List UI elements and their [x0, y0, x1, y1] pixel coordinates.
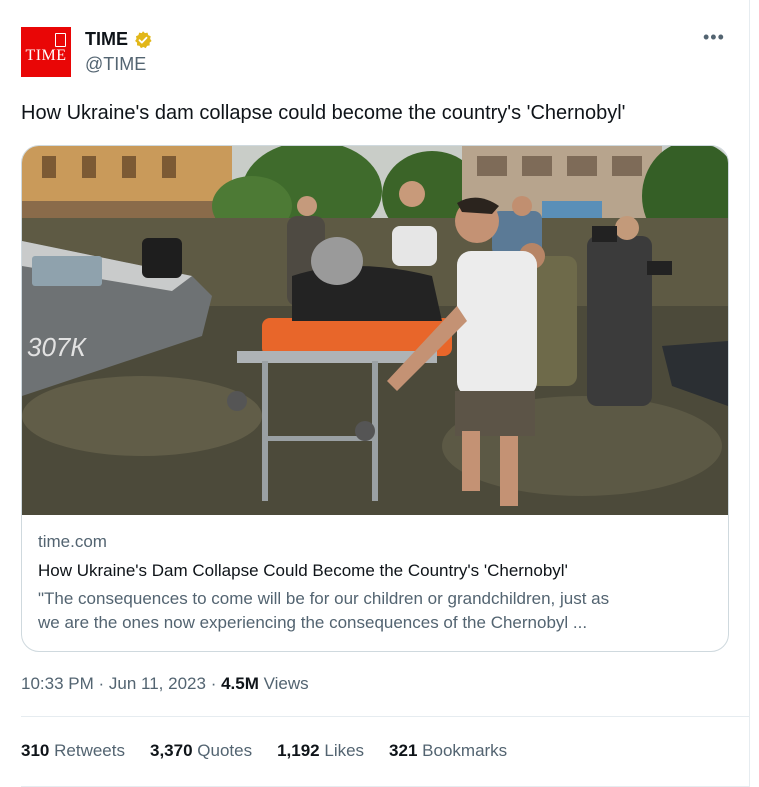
card-photo: 307К — [22, 146, 728, 515]
bookmarks-count: 321 — [389, 741, 418, 760]
divider — [21, 716, 749, 717]
tweet-text: How Ukraine's dam collapse could become … — [21, 102, 626, 124]
account-name-row[interactable]: TIME — [85, 29, 153, 50]
account-handle[interactable]: @TIME — [85, 54, 146, 75]
link-card[interactable]: 307К time.com How Ukraine's Dam Collapse… — [21, 145, 729, 652]
account-name[interactable]: TIME — [85, 29, 128, 50]
likes-label: Likes — [324, 741, 365, 760]
card-description: "The consequences to come will be for ou… — [38, 587, 712, 635]
card-description-line: "The consequences to come will be for ou… — [38, 589, 610, 608]
views-label: Views — [263, 674, 309, 693]
tweet-time[interactable]: 10:33 PM — [21, 674, 94, 693]
time-logo: TIME — [25, 47, 67, 64]
more-options-icon[interactable]: ••• — [703, 27, 725, 48]
verified-badge-icon — [135, 30, 152, 48]
engagement-stats: 310 Retweets 3,370 Quotes 1,192 Likes 32… — [21, 741, 507, 761]
card-description-line: we are the ones now experiencing the con… — [38, 613, 588, 632]
card-info: time.com How Ukraine's Dam Collapse Coul… — [38, 532, 712, 635]
retweets-count: 310 — [21, 741, 50, 760]
tweet-container: TIME TIME @TIME ••• How Ukraine's dam co… — [0, 0, 750, 787]
card-domain: time.com — [38, 532, 107, 551]
logo-mark-icon — [55, 33, 66, 47]
card-title: How Ukraine's Dam Collapse Could Become … — [38, 561, 568, 580]
quotes-label: Quotes — [197, 741, 253, 760]
likes-count: 1,192 — [277, 741, 320, 760]
quotes-count: 3,370 — [149, 741, 193, 760]
meta-separator: · — [98, 674, 105, 693]
meta-separator: · — [210, 674, 217, 693]
retweets-stat[interactable]: 310 Retweets — [21, 741, 125, 761]
boat-registration: 307К — [27, 332, 87, 362]
quotes-stat[interactable]: 3,370 Quotes — [150, 741, 252, 761]
retweets-label: Retweets — [54, 741, 125, 760]
tweet-date[interactable]: Jun 11, 2023 — [109, 674, 206, 693]
views-count: 4.5M — [221, 674, 259, 693]
bookmarks-stat[interactable]: 321 Bookmarks — [389, 741, 507, 761]
tweet-meta: 10:33 PM · Jun 11, 2023 · 4.5M Views — [21, 674, 309, 694]
bookmarks-label: Bookmarks — [422, 741, 508, 760]
avatar[interactable]: TIME — [21, 27, 71, 77]
likes-stat[interactable]: 1,192 Likes — [277, 741, 364, 761]
